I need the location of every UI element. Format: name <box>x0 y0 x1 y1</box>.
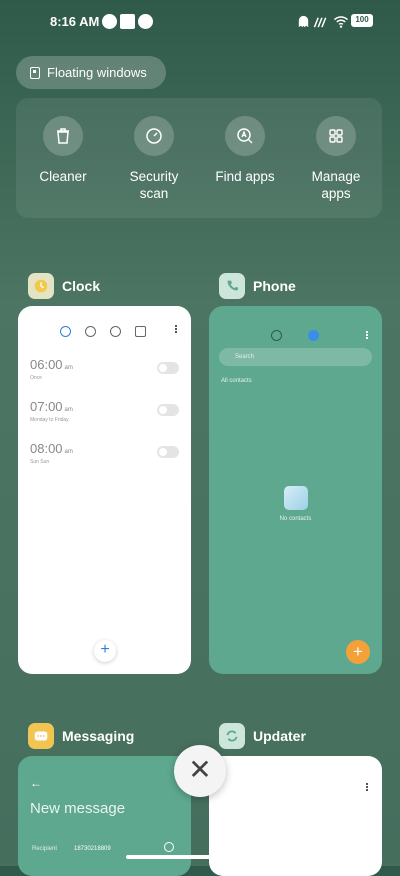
alarm-tab-icon[interactable] <box>60 326 71 337</box>
phone-app-header[interactable]: Phone <box>219 273 296 299</box>
clock-app-card[interactable]: 06:00 am Once 07:00 am Monday to Friday 08… <box>18 306 191 674</box>
messaging-app-name: Messaging <box>62 728 135 744</box>
more-options-icon[interactable] <box>366 334 368 336</box>
ghost-icon <box>296 14 311 29</box>
more-options-icon[interactable] <box>175 328 177 330</box>
alarm-toggle[interactable] <box>157 362 179 374</box>
trash-icon <box>43 116 83 156</box>
updater-app-icon <box>219 723 245 749</box>
manage-apps-button[interactable]: Manage apps <box>296 116 376 202</box>
messaging-app-header[interactable]: Messaging <box>28 723 134 749</box>
add-contact-button[interactable]: + <box>346 640 370 664</box>
quick-actions-panel: Cleaner Security scan Find apps Manage a… <box>16 98 382 218</box>
find-apps-label: Find apps <box>215 169 275 184</box>
wifi-icon <box>333 14 349 29</box>
signal-icon <box>313 14 328 29</box>
recipient-label: Recipient <box>32 846 58 852</box>
battery-icon: 100 <box>351 14 373 27</box>
close-all-button[interactable]: ✕ <box>174 745 226 797</box>
alarm-label: Once <box>30 375 42 381</box>
find-apps-button[interactable]: Find apps <box>205 116 285 185</box>
contacts-tab-icon[interactable] <box>308 330 319 341</box>
updater-app-name: Updater <box>253 728 306 744</box>
more-options-icon[interactable] <box>366 786 368 788</box>
floating-window-icon <box>30 66 40 79</box>
grid-icon <box>316 116 356 156</box>
updater-app-header[interactable]: Updater <box>219 723 306 749</box>
timer-tab-icon[interactable] <box>135 326 146 337</box>
alarm-ampm: am <box>64 365 73 371</box>
clock-app-name: Clock <box>62 278 101 294</box>
floating-windows-label: Floating windows <box>47 65 147 80</box>
add-alarm-button[interactable]: + <box>94 640 116 662</box>
alarm-time: 06:00 <box>30 357 63 372</box>
alarm-item[interactable]: 08:00 am Sun Sun <box>30 440 73 465</box>
world-clock-tab-icon[interactable] <box>85 326 96 337</box>
alarm-item[interactable]: 06:00 am Once <box>30 356 73 381</box>
home-indicator[interactable] <box>126 855 274 859</box>
notification-icon <box>120 14 135 29</box>
empty-contacts-state: No contacts <box>209 486 382 522</box>
phone-app-name: Phone <box>253 278 296 294</box>
floating-windows-button[interactable]: Floating windows <box>16 56 166 89</box>
cleaner-label: Cleaner <box>39 169 87 184</box>
back-arrow-icon[interactable]: ← <box>30 776 42 790</box>
phone-tabs <box>271 330 319 341</box>
search-apps-icon <box>225 116 265 156</box>
alarm-time: 08:00 <box>30 441 63 456</box>
notification-icon <box>102 14 117 29</box>
status-bar: 8:16 AM 100 <box>0 0 400 44</box>
recipient-number[interactable]: 18730218809 <box>74 846 111 852</box>
alarm-time: 07:00 <box>30 399 63 414</box>
clock-app-icon <box>28 273 54 299</box>
contacts-search-input[interactable]: Search <box>219 348 372 366</box>
contacts-placeholder-icon <box>283 486 308 510</box>
clock-tabs <box>60 326 146 337</box>
calls-tab-icon[interactable] <box>271 330 282 341</box>
cleaner-button[interactable]: Cleaner <box>23 116 103 185</box>
messaging-app-icon <box>28 723 54 749</box>
stopwatch-tab-icon[interactable] <box>110 326 121 337</box>
security-scan-button[interactable]: Security scan <box>114 116 194 202</box>
phone-app-card[interactable]: Search All contacts No contacts + <box>209 306 382 674</box>
clock-app-header[interactable]: Clock <box>28 273 100 299</box>
alarm-ampm: am <box>64 407 73 413</box>
security-gauge-icon <box>134 116 174 156</box>
alarm-toggle[interactable] <box>157 404 179 416</box>
security-scan-label: Security scan <box>129 169 179 201</box>
empty-contacts-label: No contacts <box>279 516 312 522</box>
status-time: 8:16 AM <box>50 14 100 29</box>
new-message-title: New message <box>30 800 126 817</box>
alarm-item[interactable]: 07:00 am Monday to Friday <box>30 398 73 423</box>
notification-icon <box>138 14 153 29</box>
phone-app-icon <box>219 273 245 299</box>
alarm-label: Sun Sun <box>30 459 50 465</box>
all-contacts-label: All contacts <box>221 378 252 384</box>
manage-apps-label: Manage apps <box>311 169 361 201</box>
alarm-ampm: am <box>64 449 73 455</box>
alarm-toggle[interactable] <box>157 446 179 458</box>
alarm-label: Monday to Friday <box>30 417 69 423</box>
contact-picker-icon[interactable] <box>164 842 174 852</box>
